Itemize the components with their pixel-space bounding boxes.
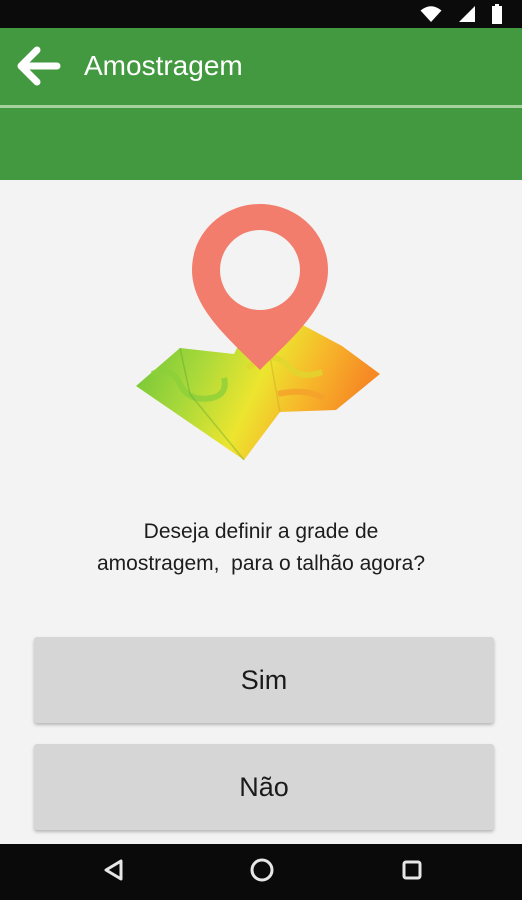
back-button[interactable] xyxy=(12,42,64,94)
question-line-1: Deseja definir a grade de xyxy=(143,520,379,543)
navigation-bar xyxy=(0,844,522,900)
yes-button-label: Sim xyxy=(240,664,288,695)
map-pin-illustration xyxy=(128,198,388,468)
nav-back-icon xyxy=(102,858,126,887)
arrow-left-icon xyxy=(15,46,61,91)
question-line-2: amostragem, para o talhão agora? xyxy=(96,552,426,575)
status-bar xyxy=(0,0,522,28)
app-bar-divider xyxy=(0,105,522,108)
nav-home-icon xyxy=(249,857,275,888)
nav-recents-button[interactable] xyxy=(394,854,430,890)
page-title: Amostragem xyxy=(84,50,243,81)
question-text: Deseja definir a grade de amostragem, pa… xyxy=(20,516,502,580)
nav-recents-icon xyxy=(401,859,423,886)
battery-icon xyxy=(492,4,502,24)
nav-back-button[interactable] xyxy=(96,854,132,890)
no-button-label: Não xyxy=(239,771,289,802)
wifi-icon xyxy=(420,5,442,23)
app-screen: Amostragem Deseja definir a grade de amo… xyxy=(0,0,522,900)
nav-home-button[interactable] xyxy=(244,854,280,890)
no-button[interactable]: Não xyxy=(34,744,494,830)
app-bar: Amostragem xyxy=(0,28,522,180)
cell-signal-icon xyxy=(458,5,476,23)
yes-button[interactable]: Sim xyxy=(34,637,494,723)
